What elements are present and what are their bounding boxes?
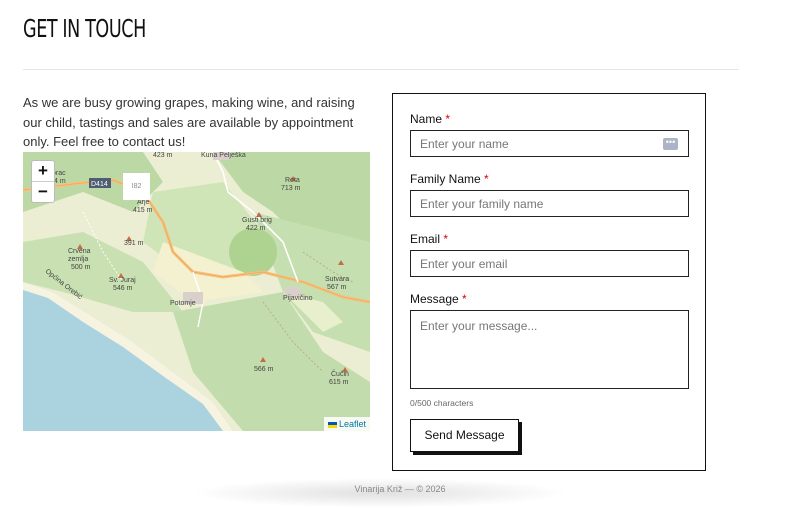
map-attribution[interactable]: Leaflet [323, 417, 370, 431]
contact-form: Name * Enter your name ••• Family Name *… [392, 93, 706, 471]
page-title: GET IN TOUCH [23, 14, 146, 43]
email-input[interactable]: Enter your email [410, 250, 689, 277]
map-label-rota-elev: 713 m [281, 185, 301, 192]
map-label-cucin: Čučin [331, 369, 349, 378]
road-sign-d414: D414 [89, 178, 111, 188]
name-input[interactable]: Enter your name ••• [410, 130, 689, 157]
zoom-in-button[interactable]: + [32, 161, 54, 182]
svg-text:D414: D414 [91, 181, 108, 188]
map-label-potomje: Potomje [170, 300, 196, 307]
map-label-kuna: Kuna Pelješka [201, 152, 246, 159]
map-label-gusti-elev: 422 m [246, 225, 266, 232]
zoom-out-button[interactable]: − [32, 182, 54, 202]
family-name-label: Family Name * [410, 172, 489, 186]
map-label-sutvara: Sutvara [325, 276, 349, 283]
email-label: Email * [410, 232, 449, 246]
map-label-sutvara-elev: 567 m [327, 284, 347, 291]
map-label-crvena-elev: 500 m [71, 264, 91, 271]
family-name-input[interactable]: Enter your family name [410, 190, 689, 217]
map-label-pijavicino: Pijavičino [283, 295, 313, 302]
map-label-sv-juraj-elev: 546 m [113, 285, 133, 292]
message-textarea[interactable]: Enter your message... [410, 310, 689, 389]
map-zoom-control: + − [31, 160, 55, 203]
map[interactable]: Kuna Pelješka 423 m Rota 713 m D414 orac… [23, 152, 370, 431]
map-label-arje: Arje [137, 199, 150, 206]
map-label-crvena1: Crvena [68, 248, 91, 255]
message-label: Message * [410, 292, 467, 306]
send-message-button[interactable]: Send Message [410, 419, 519, 452]
map-label-gusti: Gusti brig [242, 217, 272, 224]
intro-text: As we are busy growing grapes, making wi… [23, 95, 355, 149]
map-tile-placeholder: I82 [123, 173, 150, 200]
autofill-icon[interactable]: ••• [663, 138, 678, 150]
leaflet-link[interactable]: Leaflet [339, 419, 366, 429]
character-counter: 0/500 characters [410, 398, 474, 408]
map-label-sv-juraj: Sv. Juraj [109, 277, 136, 284]
map-label-rota: Rota [285, 177, 300, 184]
map-tiles[interactable]: Kuna Pelješka 423 m Rota 713 m D414 orac… [23, 152, 370, 431]
map-label-566: 566 m [254, 366, 274, 373]
map-label-arje-elev: 415 m [133, 207, 153, 214]
map-label-cucin-elev: 615 m [329, 379, 349, 386]
ukraine-flag-icon [327, 421, 337, 428]
divider [23, 69, 739, 70]
name-label: Name * [410, 112, 451, 126]
map-label-423: 423 m [153, 152, 173, 159]
map-label-torac-elev: 4 m [54, 178, 66, 185]
map-label-391: 391 m [124, 240, 144, 247]
map-label-crvena2: zemlja [68, 256, 88, 263]
